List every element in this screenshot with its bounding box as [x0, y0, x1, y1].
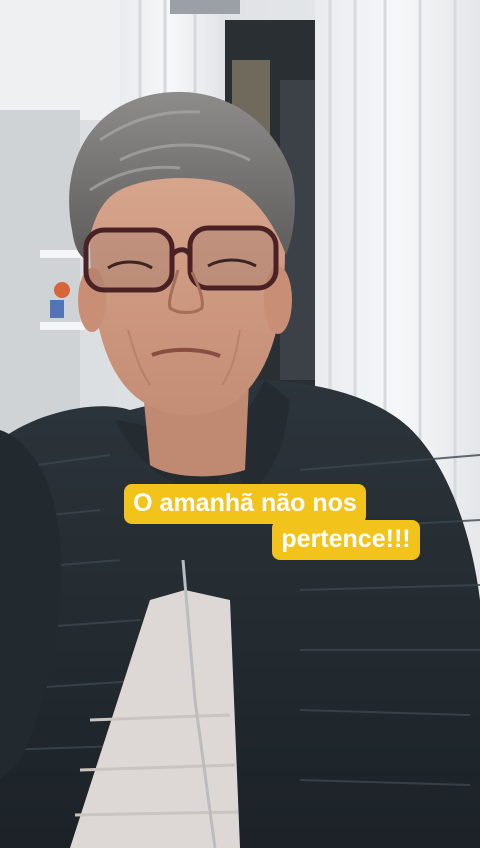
video-frame[interactable]: O amanhã não nos pertence!!!: [0, 0, 480, 848]
caption-line-1: O amanhã não nos: [124, 484, 366, 524]
caption-line-2: pertence!!!: [272, 520, 420, 560]
video-scene: [0, 0, 480, 848]
video-caption: O amanhã não nos pertence!!!: [0, 484, 480, 560]
